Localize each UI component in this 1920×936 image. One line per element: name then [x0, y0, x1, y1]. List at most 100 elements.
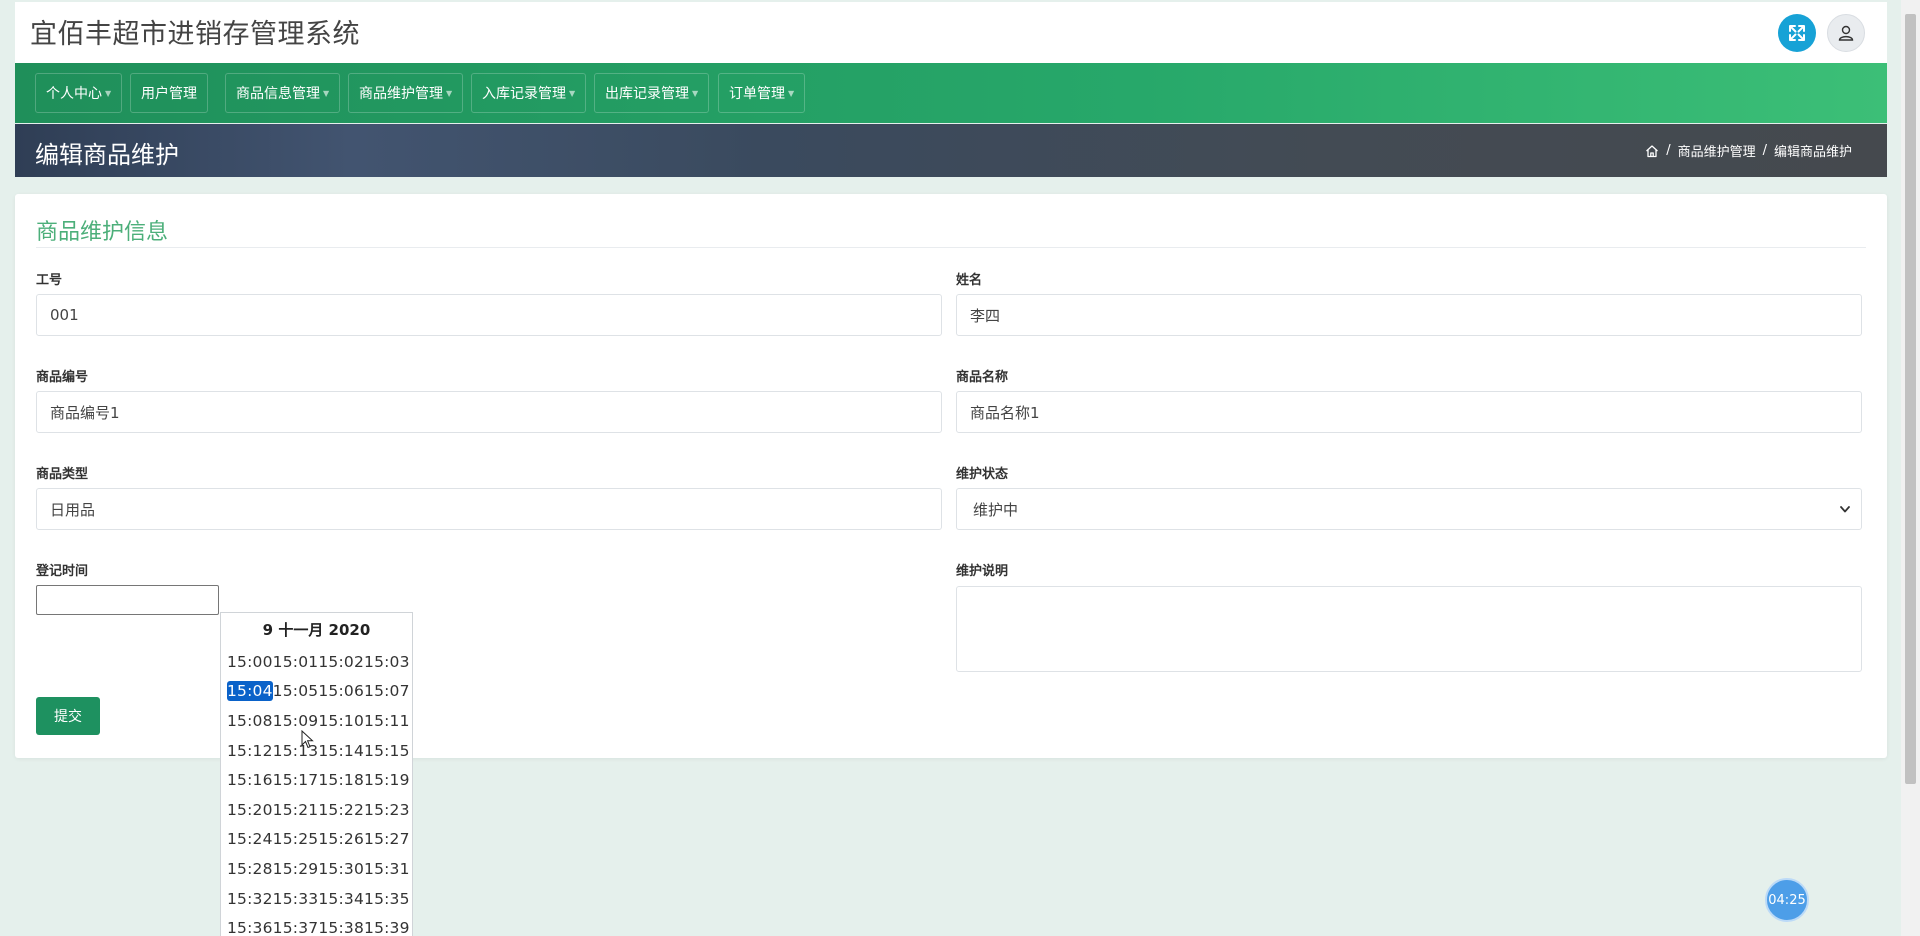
note-textarea[interactable]	[956, 586, 1862, 672]
product-name-input[interactable]	[956, 391, 1862, 433]
breadcrumb-separator: /	[1666, 143, 1671, 158]
home-icon[interactable]	[1645, 144, 1659, 158]
job-no-label: 工号	[36, 273, 63, 288]
register-time-input[interactable]	[36, 585, 219, 615]
time-option[interactable]: 15:11	[364, 711, 410, 731]
time-option[interactable]: 15:27	[364, 829, 410, 849]
nav-label: 个人中心	[46, 86, 102, 102]
time-option[interactable]: 15:16	[227, 770, 273, 790]
time-picker-row: 15:32 15:33 15:34 15:35	[221, 884, 412, 914]
chevron-down-icon: ▼	[323, 88, 330, 98]
nav-user-management[interactable]: 用户管理	[130, 73, 208, 113]
time-option[interactable]: 15:29	[273, 859, 319, 879]
nav-label: 入库记录管理	[482, 86, 566, 102]
main-nav: 个人中心 ▼ 用户管理 商品信息管理 ▼ 商品维护管理 ▼ 入库记录管理 ▼ 出库记录管…	[15, 63, 1887, 123]
timer-badge[interactable]: 04:25	[1765, 878, 1809, 922]
page-title: 编辑商品维护	[35, 141, 179, 169]
submit-button[interactable]: 提交	[36, 697, 100, 735]
nav-order-management[interactable]: 订单管理 ▼	[718, 73, 806, 113]
nav-inbound-records[interactable]: 入库记录管理 ▼	[471, 73, 587, 113]
time-option[interactable]: 15:24	[227, 829, 273, 849]
time-option[interactable]: 15:39	[364, 918, 410, 936]
page-banner: 编辑商品维护 / 商品维护管理 / 编辑商品维护	[15, 124, 1887, 177]
time-option[interactable]: 15:17	[273, 770, 319, 790]
time-picker-row: 15:08 15:09 15:10 15:11	[221, 706, 412, 736]
nav-product-info[interactable]: 商品信息管理 ▼	[225, 73, 341, 113]
time-option[interactable]: 15:23	[364, 800, 410, 820]
time-option[interactable]: 15:32	[227, 889, 273, 909]
time-option[interactable]: 15:21	[273, 800, 319, 820]
chevron-down-icon: ▼	[105, 88, 112, 98]
time-picker-row: 15:04 15:05 15:06 15:07	[221, 677, 412, 707]
status-select[interactable]: 维护中	[956, 488, 1862, 530]
time-option[interactable]: 15:37	[273, 918, 319, 936]
product-name-label: 商品名称	[956, 370, 1009, 385]
time-option[interactable]: 15:31	[364, 859, 410, 879]
user-menu-button[interactable]	[1827, 14, 1865, 52]
time-option[interactable]: 15:07	[364, 681, 410, 701]
nav-outbound-records[interactable]: 出库记录管理 ▼	[594, 73, 710, 113]
time-option[interactable]: 15:34	[318, 889, 364, 909]
nav-personal-center[interactable]: 个人中心 ▼	[35, 73, 123, 113]
time-option[interactable]: 15:14	[318, 741, 364, 761]
time-picker-row: 15:16 15:17 15:18 15:19	[221, 765, 412, 795]
name-label: 姓名	[956, 273, 983, 288]
chevron-down-icon	[1840, 506, 1850, 513]
time-option[interactable]: 15:20	[227, 800, 273, 820]
breadcrumb-parent[interactable]: 商品维护管理	[1678, 141, 1756, 160]
time-option[interactable]: 15:25	[273, 829, 319, 849]
time-option[interactable]: 15:33	[273, 889, 319, 909]
time-option[interactable]: 15:38	[318, 918, 364, 936]
time-option[interactable]: 15:30	[318, 859, 364, 879]
time-picker-header: 9 十一月 2020	[262, 621, 371, 639]
nav-label: 出库记录管理	[605, 86, 689, 102]
time-option[interactable]: 15:22	[318, 800, 364, 820]
top-header: 宜佰丰超市进销存管理系统	[15, 2, 1887, 63]
time-picker-row: 15:24 15:25 15:26 15:27	[221, 825, 412, 855]
time-option[interactable]: 15:15	[364, 741, 410, 761]
chevron-down-icon: ▼	[692, 88, 699, 98]
nav-product-maintenance[interactable]: 商品维护管理 ▼	[348, 73, 464, 113]
time-option[interactable]: 15:10	[318, 711, 364, 731]
fullscreen-button[interactable]	[1778, 14, 1816, 52]
status-label: 维护状态	[956, 467, 1009, 482]
page-scrollbar[interactable]	[1901, 0, 1920, 936]
fullscreen-icon	[1789, 25, 1805, 41]
time-option[interactable]: 15:28	[227, 859, 273, 879]
time-picker-row: 15:00 15:01 15:02 15:03	[221, 647, 412, 677]
chevron-down-icon: ▼	[446, 88, 453, 98]
time-picker-grid: 15:00 15:01 15:02 15:03 15:04 15:05 15:06 15:07…	[221, 647, 412, 936]
time-option[interactable]: 15:26	[318, 829, 364, 849]
time-option[interactable]: 15:01	[273, 652, 319, 672]
time-picker-row: 15:12 15:13 15:14 15:15	[221, 736, 412, 766]
time-option[interactable]: 15:03	[364, 652, 410, 672]
time-option[interactable]: 15:35	[364, 889, 410, 909]
product-code-input[interactable]	[36, 391, 942, 433]
time-picker-dropdown: 9 十一月 2020 15:00 15:01 15:02 15:03 15:04 15:0…	[220, 612, 413, 936]
name-input[interactable]	[956, 294, 1862, 336]
mouse-cursor-icon	[301, 730, 314, 749]
time-picker-row: 15:20 15:21 15:22 15:23	[221, 795, 412, 825]
time-option[interactable]: 15:19	[364, 770, 410, 790]
register-time-label: 登记时间	[36, 564, 89, 579]
product-type-input[interactable]	[36, 488, 942, 530]
time-option[interactable]: 15:06	[318, 681, 364, 701]
time-option[interactable]: 15:08	[227, 711, 273, 731]
time-option[interactable]: 15:09	[273, 711, 319, 731]
product-type-label: 商品类型	[36, 467, 89, 482]
time-option[interactable]: 15:00	[227, 652, 273, 672]
time-option[interactable]: 15:36	[227, 918, 273, 936]
nav-label: 商品维护管理	[359, 86, 443, 102]
time-option[interactable]: 15:02	[318, 652, 364, 672]
time-option-selected[interactable]: 15:04	[227, 681, 273, 702]
breadcrumb-separator: /	[1762, 143, 1767, 158]
note-label: 维护说明	[956, 564, 1009, 579]
time-option[interactable]: 15:12	[227, 741, 273, 761]
time-option[interactable]: 15:18	[318, 770, 364, 790]
time-option[interactable]: 15:05	[273, 681, 319, 701]
job-no-input[interactable]	[36, 294, 942, 336]
breadcrumb: / 商品维护管理 / 编辑商品维护	[1645, 141, 1852, 160]
divider	[36, 247, 1866, 248]
app-title: 宜佰丰超市进销存管理系统	[30, 19, 360, 50]
scrollbar-thumb[interactable]	[1905, 14, 1916, 784]
